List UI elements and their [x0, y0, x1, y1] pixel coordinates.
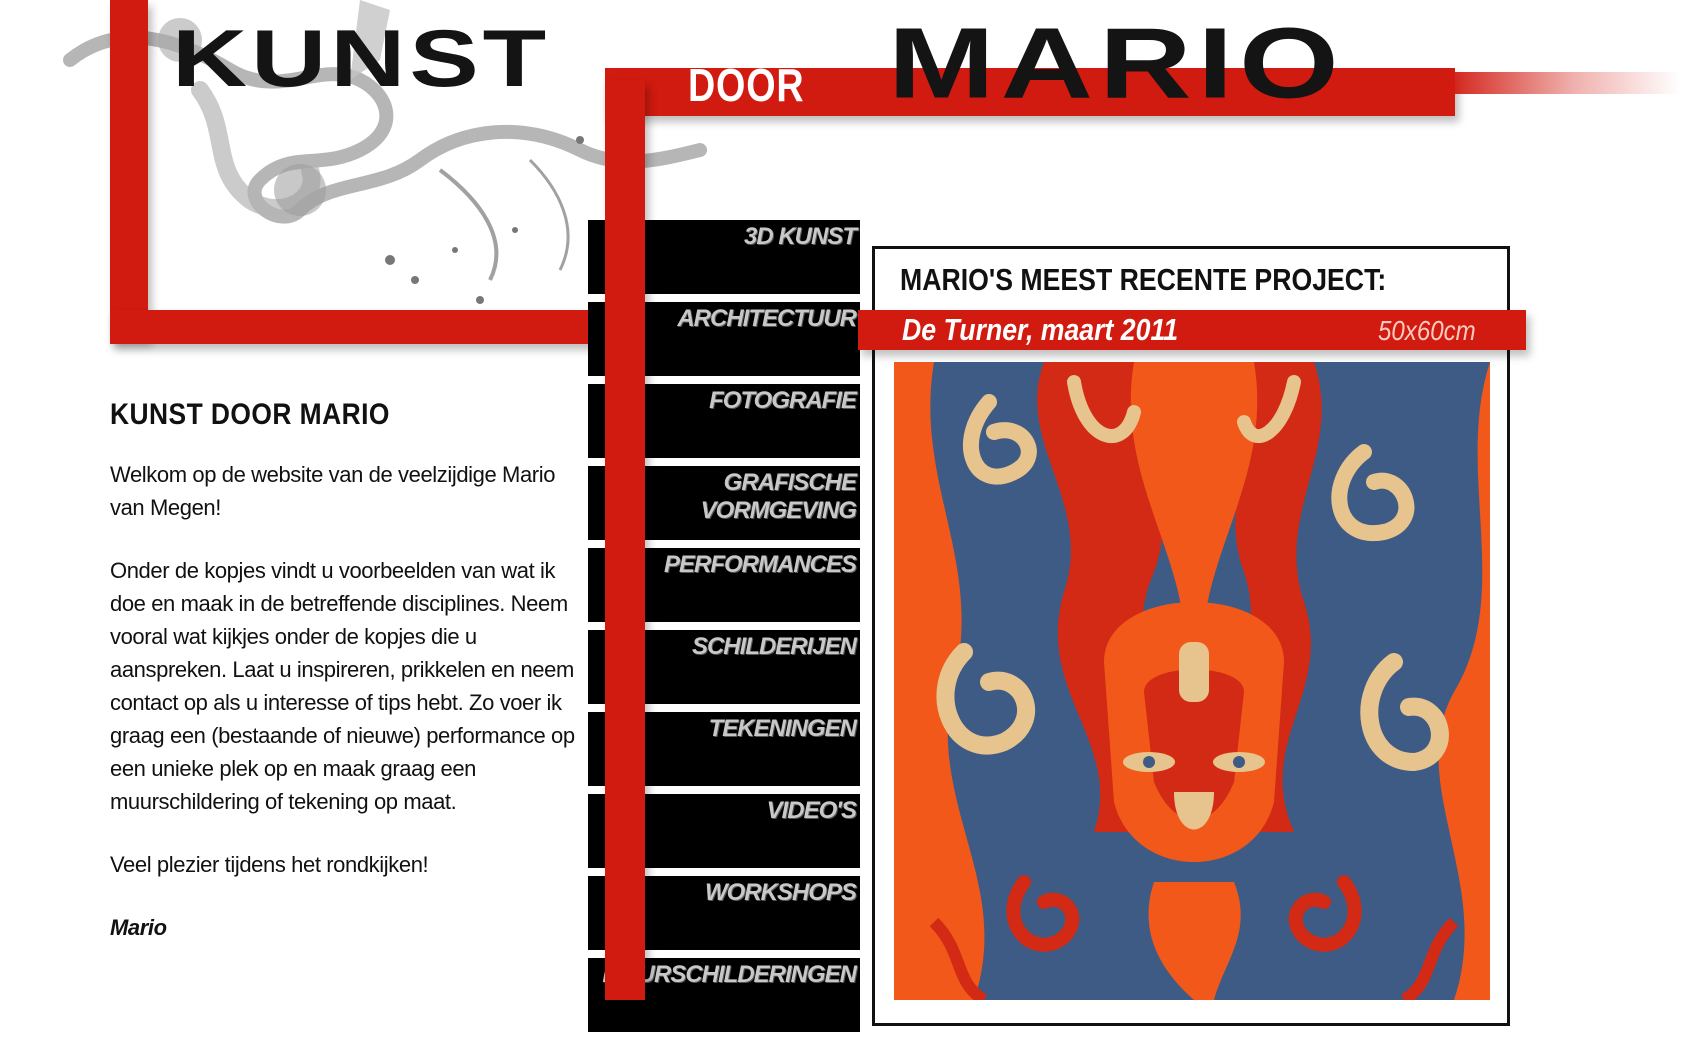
- nav-item-label: VIDEO'S: [766, 797, 857, 824]
- nav-item-label: FOTOGRAFIE: [709, 387, 857, 414]
- logo-word-door: DOOR: [688, 59, 805, 111]
- project-artwork-image[interactable]: [894, 362, 1490, 1000]
- recent-project-heading: MARIO'S MEEST RECENTE PROJECT:: [900, 262, 1387, 297]
- frame-streak: [1440, 72, 1680, 94]
- nav-item-label: WORKSHOPS: [704, 879, 857, 906]
- frame-bottom-bar: [110, 310, 610, 344]
- intro-heading: KUNST DOOR MARIO: [110, 398, 390, 431]
- intro-paragraph: Welkom op de website van de veelzijdige …: [110, 462, 556, 520]
- frame-center-bar: [605, 80, 645, 1000]
- nav-item-label: PERFORMANCES: [663, 551, 857, 578]
- project-size: 50x60cm: [1378, 315, 1476, 346]
- frame-left-bar: [110, 0, 148, 340]
- nav-item-label: TEKENINGEN: [708, 715, 857, 742]
- nav-item-label: ARCHITECTUUR: [677, 305, 857, 332]
- project-title: De Turner, maart 2011: [902, 312, 1179, 347]
- logo-word-kunst: KUNST: [172, 13, 551, 104]
- nav-item-label: 3D KUNST: [743, 223, 857, 250]
- intro-signature: Mario: [110, 915, 167, 940]
- logo-word-mario: MARIO: [888, 7, 1345, 120]
- intro-section: KUNST DOOR MARIO Welkom op de website va…: [110, 398, 580, 974]
- nav-item-label: SCHILDERIJEN: [691, 633, 857, 660]
- intro-paragraph: Veel plezier tijdens het rondkijken!: [110, 852, 429, 877]
- nav-item-label: GRAFISCHE VORMGEVING: [700, 469, 857, 524]
- intro-paragraph: Onder de kopjes vindt u voorbeelden van …: [110, 558, 575, 814]
